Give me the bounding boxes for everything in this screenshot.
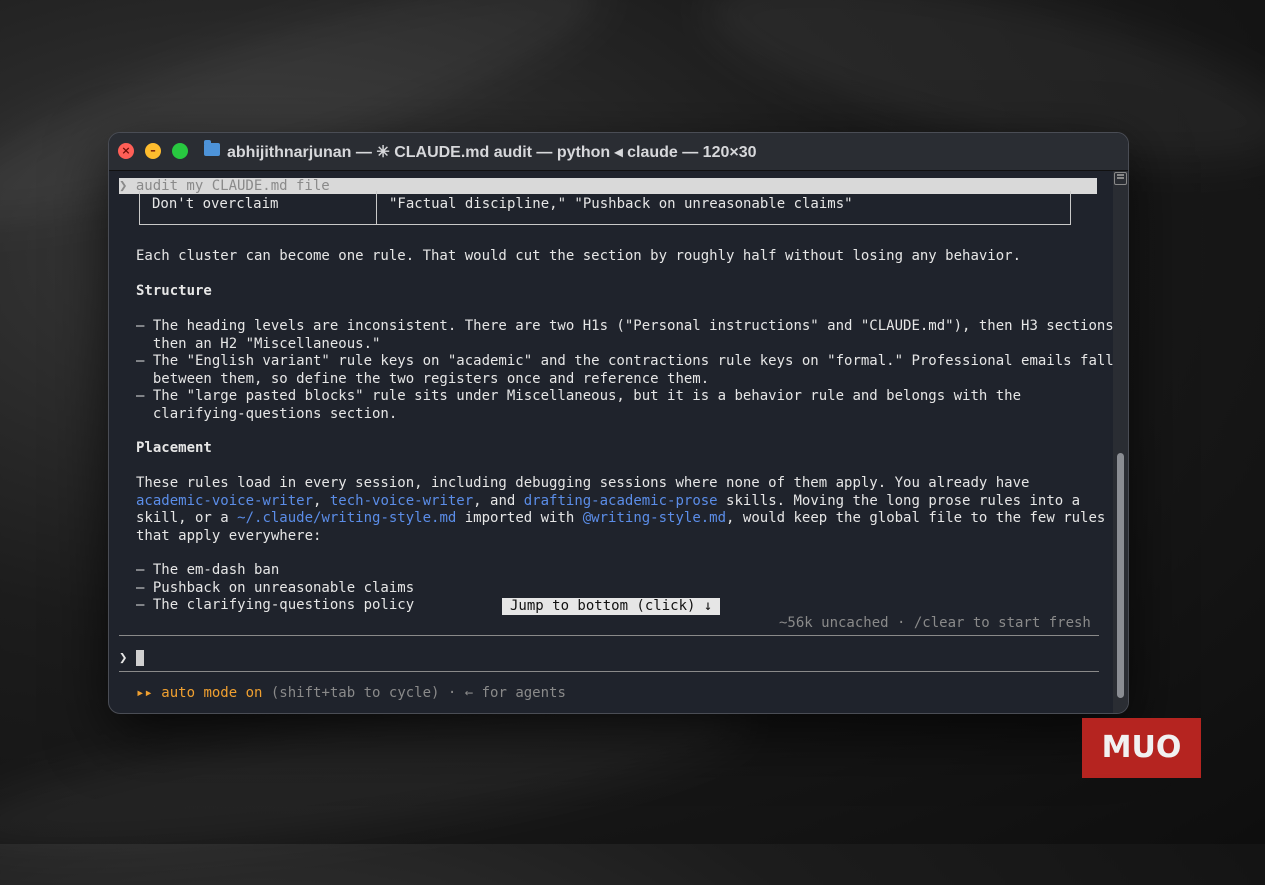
mode-hint: (shift+tab to cycle) · ← for agents — [262, 685, 566, 701]
placement-heading: Placement — [136, 440, 212, 456]
terminal-window: × – abhijithnarjunan — ✳ CLAUDE.md audit… — [108, 132, 1129, 714]
import-link[interactable]: @writing-style.md — [583, 510, 726, 526]
placement-text: academic-voice-writer, tech-voice-writer… — [136, 493, 1080, 511]
placement-text: These rules load in every session, inclu… — [136, 475, 1030, 491]
mode-label: auto mode on — [161, 685, 263, 701]
skill-link[interactable]: tech-voice-writer — [330, 493, 473, 509]
placement-text: that apply everywhere: — [136, 527, 322, 544]
muo-logo: MUO — [1082, 718, 1201, 778]
placement-text: skill, or a ~/.claude/writing-style.md i… — [136, 510, 1105, 528]
placement-rest: skills. Moving the long prose rules into… — [717, 492, 1081, 509]
separator-text: , and — [473, 492, 524, 509]
close-icon: × — [121, 144, 131, 157]
structure-item: then an H2 "Miscellaneous." — [136, 335, 381, 352]
file-path-link[interactable]: ~/.claude/writing-style.md — [237, 510, 456, 526]
cluster-text: Each cluster can become one rule. That w… — [136, 248, 1022, 264]
structure-item: clarifying-questions section. — [136, 405, 398, 422]
structure-item: – The heading levels are inconsistent. T… — [136, 318, 1123, 334]
jump-to-bottom-button[interactable]: Jump to bottom (click) ↓ — [502, 598, 721, 615]
title-bar: × – abhijithnarjunan — ✳ CLAUDE.md audit… — [109, 133, 1128, 171]
minimize-button[interactable]: – — [145, 143, 161, 159]
placement-rest: , would keep the global file to the few … — [726, 510, 1106, 526]
close-button[interactable]: × — [118, 143, 134, 159]
bullet-item: – Pushback on unreasonable claims — [136, 579, 415, 596]
input-cursor[interactable] — [136, 650, 144, 666]
mode-arrows-icon: ▸▸ — [136, 685, 153, 701]
bullet-item: – The em-dash ban — [136, 562, 280, 578]
skill-link[interactable]: drafting-academic-prose — [524, 493, 718, 509]
structure-heading: Structure — [136, 283, 212, 299]
separator-text: , — [313, 492, 330, 509]
scroll-menu-icon[interactable] — [1114, 172, 1127, 185]
table-cell-right: "Factual discipline," "Pushback on unrea… — [389, 196, 853, 212]
skill-link[interactable]: academic-voice-writer — [136, 493, 313, 509]
structure-item: – The "large pasted blocks" rule sits un… — [136, 388, 1022, 404]
context-status: ~56k uncached · /clear to start fresh — [779, 615, 1091, 631]
table-cell-left: Don't overclaim — [152, 196, 279, 212]
minimize-icon: – — [150, 144, 156, 157]
folder-icon — [204, 140, 220, 156]
scrollbar[interactable] — [1113, 171, 1128, 713]
structure-item: – The "English variant" rule keys on "ac… — [136, 353, 1114, 369]
input-prompt: ❯ — [119, 650, 128, 666]
terminal-content[interactable]: ❯ audit my CLAUDE.md file Don't overclai… — [109, 171, 1122, 713]
mode-status[interactable]: ▸▸ auto mode on (shift+tab to cycle) · ←… — [136, 685, 566, 703]
divider-bottom — [119, 671, 1099, 672]
structure-item: between them, so define the two register… — [136, 370, 710, 387]
scroll-thumb[interactable] — [1117, 453, 1124, 698]
bullet-item: – The clarifying-questions policy — [136, 597, 415, 613]
placement-pre: skill, or a — [136, 510, 238, 526]
divider-top — [119, 635, 1099, 636]
placement-mid: imported with — [456, 510, 583, 526]
zoom-button[interactable] — [172, 143, 188, 159]
window-title: abhijithnarjunan — ✳ CLAUDE.md audit — p… — [227, 144, 757, 161]
table-divider — [376, 191, 377, 224]
